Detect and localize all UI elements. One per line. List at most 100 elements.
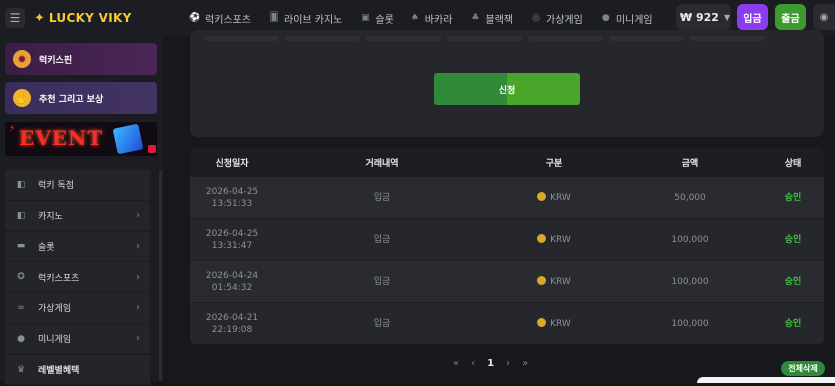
amount-tile[interactable] bbox=[690, 36, 765, 41]
status-cell: 승인 bbox=[784, 318, 802, 329]
date-cell: 2026-04-25 13:31:47 bbox=[190, 228, 274, 252]
amount-cell: 100,000 bbox=[671, 234, 709, 245]
currency-cell: KRW bbox=[490, 191, 618, 204]
history-table: 신청일자 거래내역 구분 금액 상태 2026-04-25 13:51:33 입금 K… bbox=[190, 148, 824, 344]
nav-item-label: 바카라 bbox=[424, 14, 453, 26]
deposit-button[interactable]: 입금 bbox=[737, 4, 768, 30]
nav-item-label: 블랙잭 bbox=[485, 14, 514, 26]
vr-goggles-icon: ◎ bbox=[532, 13, 540, 23]
coin-icon bbox=[537, 191, 547, 201]
sidebar-item-label: 레벨별혜택 bbox=[38, 366, 80, 377]
date-cell: 2026-04-21 22:19:08 bbox=[190, 312, 274, 336]
amount-tile[interactable] bbox=[528, 36, 603, 41]
amount-tile[interactable] bbox=[609, 36, 684, 41]
sidebar-menu: ◧ 럭키 독점 ◧ 카지노 › ▬ 슬롯 › ✪ 럭키스포츠 › ∞ 가상게임 › ● 미니게임 › ♛ 레벨별혜택 bbox=[5, 170, 150, 386]
date-text: 2026-04-25 bbox=[205, 228, 259, 239]
sidebar-item[interactable]: ✪ 럭키스포츠 › bbox=[5, 262, 150, 293]
nav-item-label: 슬롯 bbox=[375, 14, 394, 26]
sidebar-item[interactable]: ∞ 가상게임 › bbox=[5, 293, 150, 324]
cards-icon: 🂠 bbox=[269, 13, 279, 23]
status-cell: 승인 bbox=[784, 234, 802, 245]
next-page-icon[interactable]: › bbox=[506, 358, 510, 369]
amount-tile[interactable] bbox=[204, 36, 279, 41]
vr-goggles-icon: ∞ bbox=[17, 302, 25, 313]
type-cell: 입금 bbox=[373, 276, 391, 287]
currency-text: KRW bbox=[550, 318, 571, 329]
last-page-icon[interactable]: » bbox=[522, 358, 528, 369]
amount-cell: 50,000 bbox=[674, 192, 706, 203]
withdraw-button[interactable]: 출금 bbox=[775, 4, 806, 30]
soccer-ball-icon: ⚽ bbox=[189, 13, 201, 23]
chevron-right-icon: › bbox=[136, 333, 140, 345]
globe-icon: ● bbox=[601, 13, 610, 23]
amount-tile[interactable] bbox=[447, 36, 522, 41]
column-header: 신청일자 bbox=[215, 158, 249, 169]
chevron-right-icon: › bbox=[136, 210, 140, 222]
coin-icon bbox=[537, 233, 547, 243]
sidebar-item[interactable]: ◧ 카지노 › bbox=[5, 200, 150, 232]
promo-referral-reward[interactable]: ✋ 추천 그리고 보상 bbox=[5, 82, 157, 114]
time-text: 13:31:47 bbox=[211, 240, 253, 251]
coin-icon bbox=[537, 275, 547, 285]
sidebar: ✹ 럭키스핀 ✋ 추천 그리고 보상 ⚡ EVENT ◧ 럭키 독점 ◧ 카지노 › ▬ 슬… bbox=[0, 36, 163, 386]
column-header: 금액 bbox=[681, 158, 699, 169]
date-cell: 2026-04-25 13:51:33 bbox=[190, 186, 274, 210]
type-cell: 입금 bbox=[373, 192, 391, 203]
sidebar-item[interactable]: ◧ 럭키 독점 bbox=[5, 170, 150, 201]
type-cell: 입금 bbox=[373, 318, 391, 329]
time-text: 13:51:33 bbox=[211, 198, 253, 209]
currency-text: KRW bbox=[550, 192, 571, 203]
wheel-icon: ✹ bbox=[13, 50, 31, 68]
slot-machine-icon: ▣ bbox=[361, 13, 370, 23]
amount-cell: 100,000 bbox=[671, 276, 709, 287]
sidebar-item-label: 럭키 독점 bbox=[38, 181, 74, 192]
table-body: 2026-04-25 13:51:33 입금 KRW 50,000 승인 2026-04-2… bbox=[190, 176, 824, 344]
balance-dropdown[interactable]: ₩ 922 ▼ bbox=[676, 4, 731, 30]
chevron-right-icon: › bbox=[136, 302, 140, 314]
first-page-icon[interactable]: « bbox=[453, 358, 459, 369]
sidebar-item-label: 럭키스포츠 bbox=[38, 273, 80, 284]
sidebar-item-label: 미니게임 bbox=[38, 335, 72, 346]
sidebar-item-label: 슬롯 bbox=[38, 242, 55, 253]
cards-icon: ◧ bbox=[16, 210, 26, 221]
currency-text: KRW bbox=[550, 276, 571, 287]
column-header: 거래내역 bbox=[365, 158, 399, 169]
pagination: « ‹ 1 › » bbox=[453, 358, 528, 369]
promo-lucky-spin[interactable]: ✹ 럭키스핀 bbox=[5, 43, 157, 75]
status-cell: 승인 bbox=[784, 192, 802, 203]
sidebar-scrollbar[interactable] bbox=[159, 170, 162, 381]
badge-icon bbox=[148, 145, 156, 153]
time-text: 01:54:32 bbox=[211, 282, 253, 293]
nav-item-label: 라이브 카지노 bbox=[284, 14, 343, 26]
time-text: 22:19:08 bbox=[211, 324, 253, 335]
chevron-down-icon: ▼ bbox=[723, 12, 731, 22]
club-icon: ♣ bbox=[471, 13, 480, 23]
currency-cell: KRW bbox=[490, 233, 618, 246]
user-icon[interactable]: ◉ bbox=[813, 4, 835, 30]
table-row: 2026-04-25 13:51:33 입금 KRW 50,000 승인 bbox=[190, 176, 824, 218]
logo[interactable]: ✦ LUCKY VIKY bbox=[34, 9, 132, 27]
nav-item-label: 가상게임 bbox=[546, 14, 583, 26]
currency-cell: KRW bbox=[490, 275, 618, 288]
table-row: 2026-04-25 13:31:47 입금 KRW 100,000 승인 bbox=[190, 218, 824, 260]
crown-icon: ♛ bbox=[16, 364, 26, 375]
date-text: 2026-04-25 bbox=[205, 186, 259, 197]
delete-all-button[interactable]: 전체삭제 bbox=[781, 361, 825, 376]
sidebar-item[interactable]: ● 미니게임 › bbox=[5, 323, 150, 355]
event-banner[interactable]: ⚡ EVENT bbox=[5, 122, 157, 156]
amount-tile[interactable] bbox=[285, 36, 360, 41]
event-banner-text: EVENT bbox=[19, 126, 104, 150]
sidebar-item[interactable]: ▬ 슬롯 › bbox=[5, 231, 150, 263]
apply-button[interactable]: 신청 bbox=[434, 73, 580, 105]
gift-hand-icon: ✋ bbox=[13, 89, 31, 107]
balance-value: ₩ 922 bbox=[680, 10, 719, 24]
globe-icon: ● bbox=[17, 333, 25, 344]
prev-page-icon[interactable]: ‹ bbox=[471, 358, 475, 369]
logo-mark-icon: ✦ bbox=[34, 10, 45, 26]
amount-tile[interactable] bbox=[366, 36, 441, 41]
promo-label: 추천 그리고 보상 bbox=[39, 94, 104, 105]
page-number-current[interactable]: 1 bbox=[487, 358, 494, 369]
date-text: 2026-04-21 bbox=[205, 312, 259, 323]
hamburger-menu-icon[interactable]: ☰ bbox=[5, 8, 25, 28]
table-row: 2026-04-24 01:54:32 입금 KRW 100,000 승인 bbox=[190, 260, 824, 302]
